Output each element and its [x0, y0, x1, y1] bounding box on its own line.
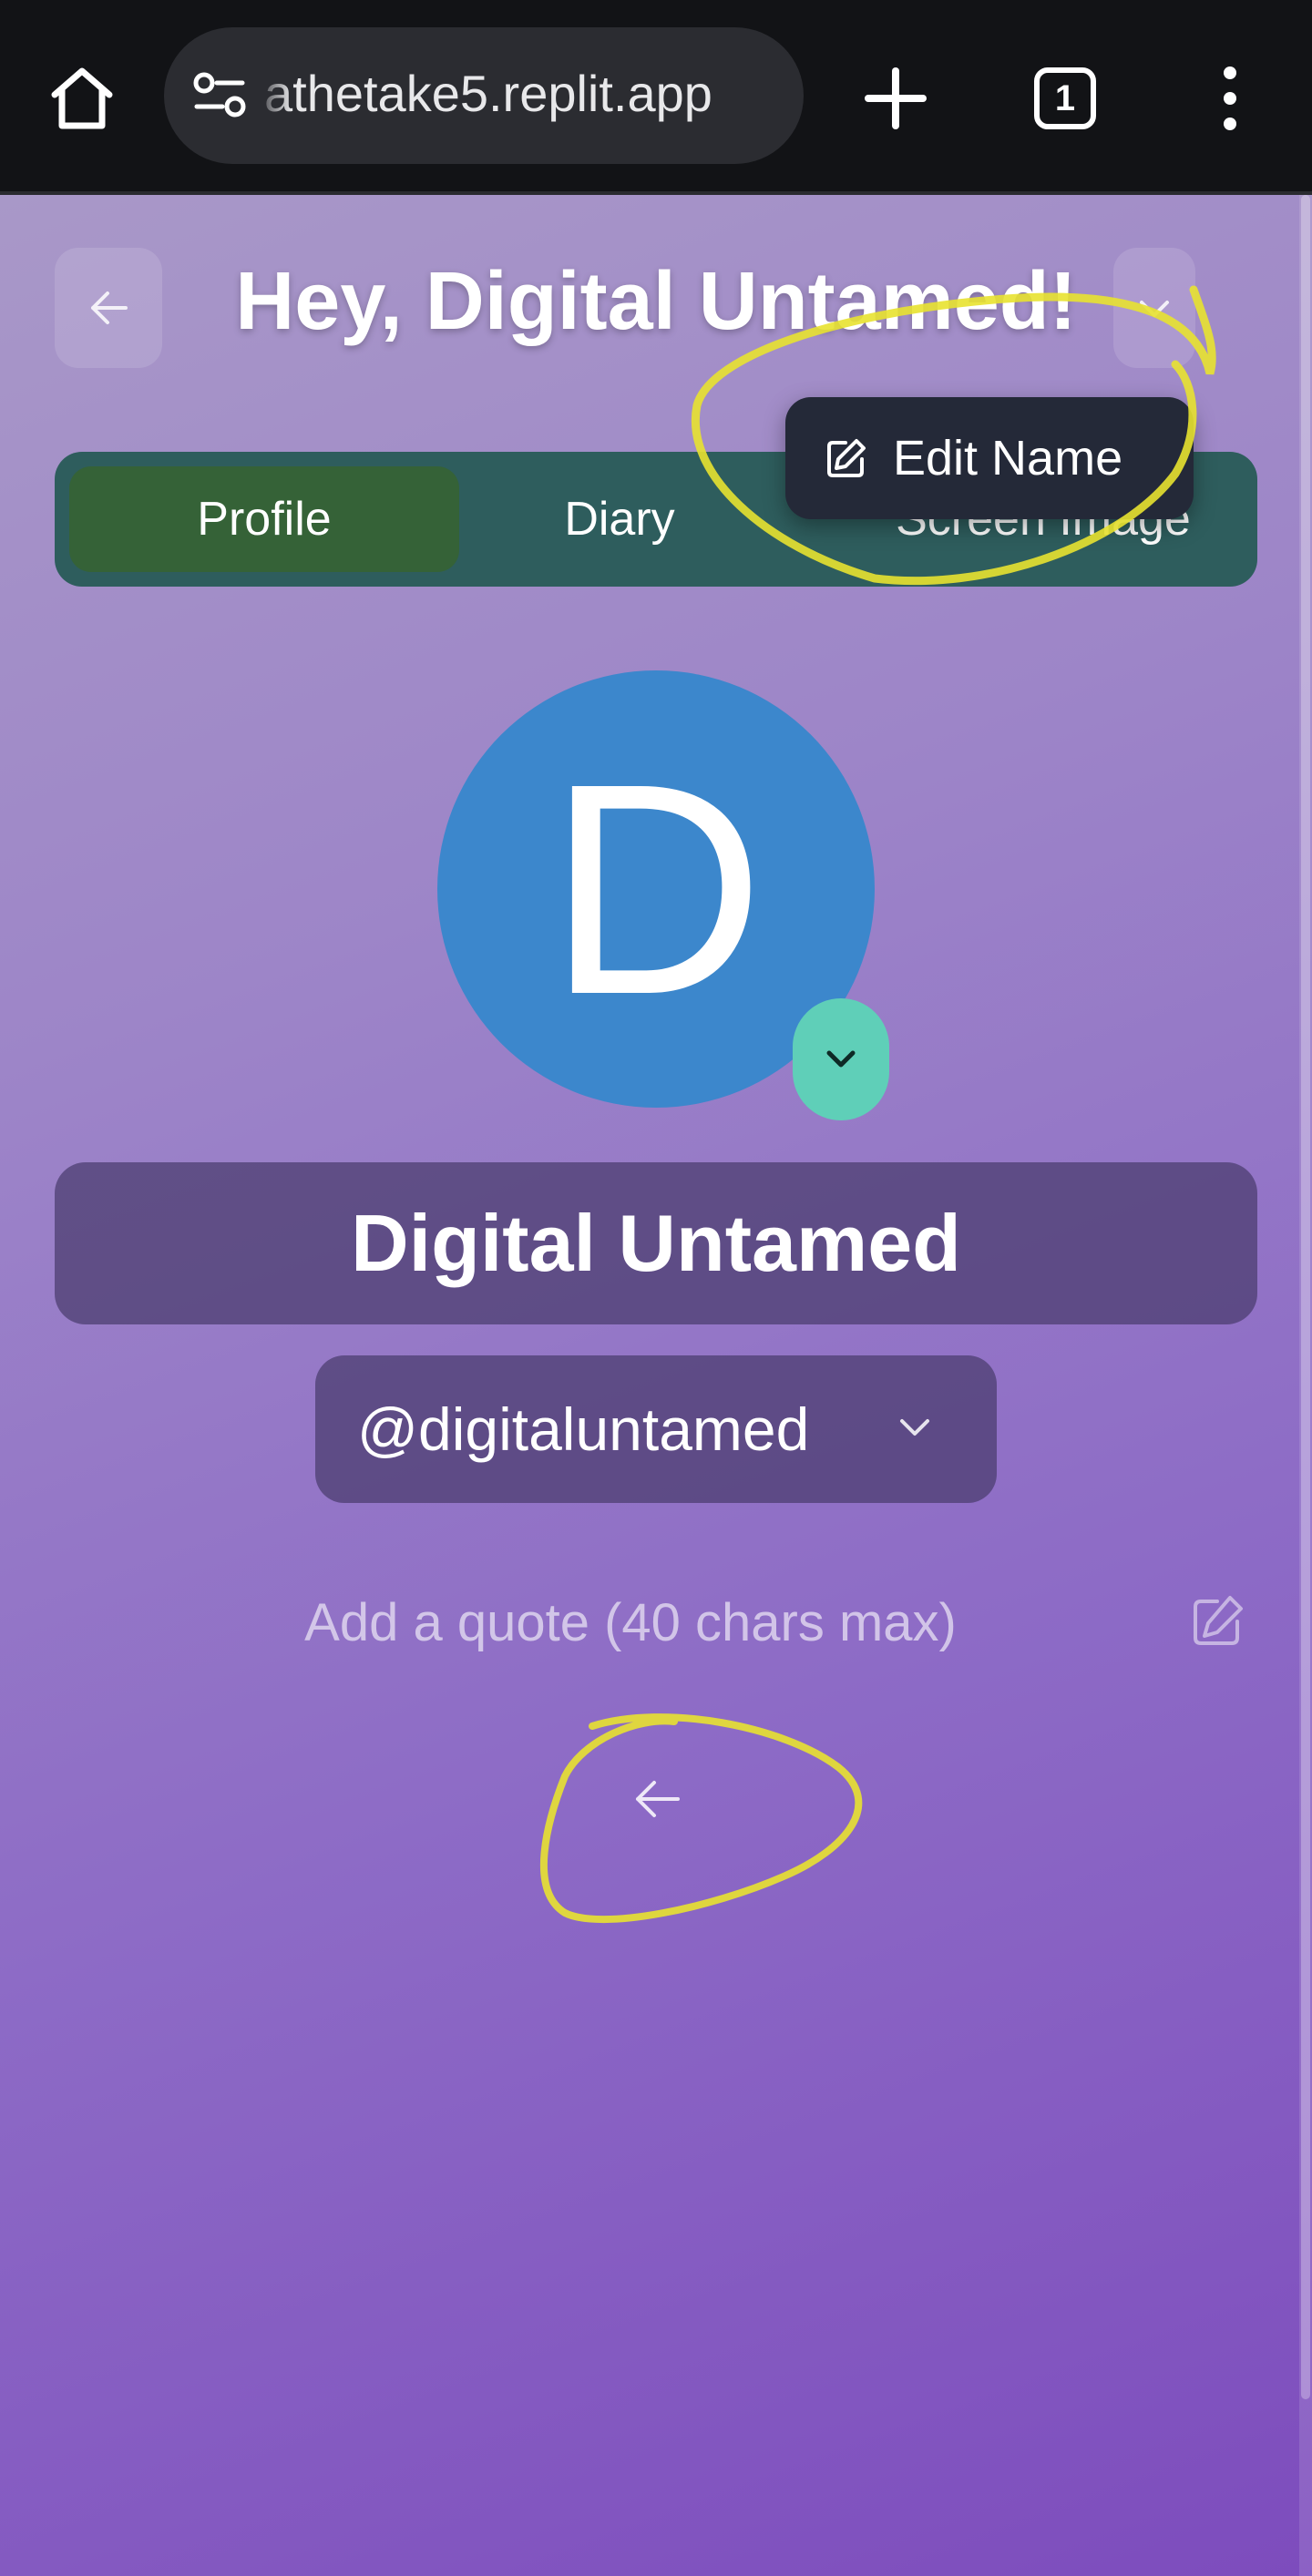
edit-name-menu-item[interactable]: Edit Name [785, 397, 1194, 519]
more-vert-icon[interactable] [1214, 64, 1246, 133]
arrow-left-icon[interactable] [629, 1776, 683, 1822]
chevron-down-icon [1140, 301, 1169, 317]
edit-icon[interactable] [1190, 1594, 1245, 1649]
plus-icon[interactable] [861, 64, 930, 133]
arrow-left-icon [91, 291, 128, 324]
chevron-down-icon [826, 1050, 856, 1068]
edit-name-label: Edit Name [893, 431, 1123, 486]
site-settings-icon[interactable] [191, 66, 248, 123]
home-icon[interactable] [47, 64, 117, 133]
tab-count: 1 [1054, 78, 1076, 118]
handle-dropdown[interactable]: @digitaluntamed [315, 1355, 997, 1503]
back-button[interactable] [55, 248, 162, 368]
avatar-options-button[interactable] [793, 998, 889, 1120]
display-name: Digital Untamed [351, 1198, 961, 1288]
address-bar[interactable]: athetake5.replit.app [164, 27, 804, 164]
browser-toolbar: athetake5.replit.app 1 [0, 0, 1312, 195]
quote-input[interactable] [219, 1576, 1042, 1669]
edit-icon [827, 439, 866, 477]
tab-diary[interactable]: Diary [474, 466, 765, 572]
url-text[interactable]: athetake5.replit.app [264, 64, 712, 123]
display-name-card: Digital Untamed [55, 1162, 1257, 1324]
handle-text: @digitaluntamed [357, 1395, 810, 1463]
annotation-circle-back [539, 1713, 863, 1924]
page-title: Hey, Digital Untamed! [235, 256, 1077, 347]
tab-profile[interactable]: Profile [69, 466, 459, 572]
scrollbar-thumb[interactable] [1301, 195, 1310, 2399]
chevron-down-icon [900, 1419, 929, 1436]
url-fade [255, 27, 292, 164]
greeting-menu-button[interactable] [1113, 248, 1195, 368]
tabs-button[interactable]: 1 [1033, 66, 1097, 130]
